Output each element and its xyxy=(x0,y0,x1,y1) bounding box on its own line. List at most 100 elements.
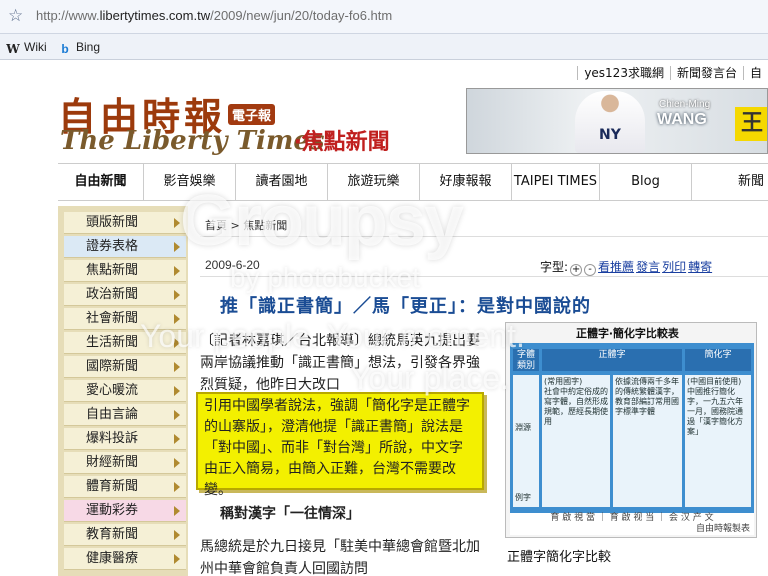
sidebar-item-label: 財經新聞 xyxy=(86,455,139,470)
sidebar-item-label: 自由言論 xyxy=(86,407,139,422)
ad-banner[interactable]: NY Chien-Ming WANG 王 xyxy=(466,88,768,154)
url-path: /2009/new/jun/20/today-fo6.htm xyxy=(210,8,393,23)
toplink-forum[interactable]: 新聞發言台 xyxy=(669,66,743,80)
bookmark-star-icon[interactable]: ☆ xyxy=(8,6,28,26)
font-increase-button[interactable]: + xyxy=(570,264,583,276)
sidebar-item-label: 證券表格 xyxy=(86,239,139,254)
figure-row-label: 淵源 xyxy=(515,423,531,432)
font-decrease-button[interactable]: - xyxy=(584,264,597,276)
sidebar-item-label: 生活新聞 xyxy=(86,335,139,350)
arrow-right-icon xyxy=(174,266,180,276)
nav-taipei-times[interactable]: TAIPEI TIMES xyxy=(512,164,600,200)
figure-cell-text: 中國推行簡化字，一九五六年一月，國務院通過「漢字簡化方案」 xyxy=(687,387,743,436)
sidebar-item-health[interactable]: 健康醫療 xyxy=(64,548,186,570)
nav-liberty-news[interactable]: 自由新聞 xyxy=(58,164,144,200)
figure-title: 正體字‧簡化字比較表 xyxy=(576,327,679,340)
font-size-label: 字型: xyxy=(540,260,569,274)
comparison-table-image[interactable]: 正體字‧簡化字比較表 字體類別 正體字 簡化字 淵源 例字 (常用國字) 社會中約定… xyxy=(505,322,757,538)
sidebar-item-front-page[interactable]: 頭版新聞 xyxy=(64,212,186,234)
nav-more[interactable]: 新聞 xyxy=(692,164,768,200)
sidebar-item-finance[interactable]: 財經新聞 xyxy=(64,452,186,474)
e-paper-badge: 電子報 xyxy=(228,104,276,125)
sidebar-item-label: 國際新聞 xyxy=(86,359,139,374)
arrow-right-icon xyxy=(174,530,180,540)
url-field[interactable]: http://www.libertytimes.com.tw/2009/new/… xyxy=(36,8,392,23)
figure-cell: (常用國字) 社會中約定俗成的寫字體，自然形成規範，歷經長期使用 xyxy=(542,375,610,507)
arrow-right-icon xyxy=(174,482,180,492)
watermark-logo: Groupsy xyxy=(180,181,464,261)
watermark-byline: by photobucket xyxy=(230,262,420,293)
arrow-right-icon xyxy=(174,386,180,396)
sidebar-item-charity[interactable]: 愛心暖流 xyxy=(64,380,186,402)
bookmark-bing[interactable]: b Bing xyxy=(58,38,100,56)
figure-cell: (中國目前使用) 中國推行簡化字，一九五六年一月，國務院通過「漢字簡化方案」 xyxy=(685,375,751,507)
banner-name-last: WANG xyxy=(657,111,707,128)
sidebar-item-label: 頭版新聞 xyxy=(86,215,139,230)
article-subheading: 稱對漢字「一往情深」 xyxy=(220,506,360,522)
figure-row-label: 例字 xyxy=(515,493,531,502)
address-bar: ☆ http://www.libertytimes.com.tw/2009/ne… xyxy=(0,0,768,34)
bookmark-bing-label: Bing xyxy=(76,40,101,54)
sidebar-item-politics[interactable]: 政治新聞 xyxy=(64,284,186,306)
arrow-right-icon xyxy=(174,506,180,516)
url-domain: libertytimes.com.tw xyxy=(99,8,211,23)
arrow-right-icon xyxy=(174,458,180,468)
sidebar-item-label: 爆料投訴 xyxy=(86,431,139,446)
sidebar-item-education[interactable]: 教育新聞 xyxy=(64,524,186,546)
figure-subheader: (常用國字) xyxy=(544,377,583,386)
site-logo-english[interactable]: The Liberty Times xyxy=(60,126,325,156)
figure-col-header: 正體字 xyxy=(542,349,682,371)
arrow-right-icon xyxy=(174,290,180,300)
recommend-link[interactable]: 看推薦 xyxy=(598,260,634,274)
sidebar-item-label: 社會新聞 xyxy=(86,311,139,326)
watermark-tagline: Your people. Your moment. xyxy=(140,318,525,354)
sidebar-item-label: 焦點新聞 xyxy=(86,263,139,278)
sidebar-item-tips[interactable]: 爆料投訴 xyxy=(64,428,186,450)
sidebar-item-label: 愛心暖流 xyxy=(86,383,139,398)
sidebar-item-label: 政治新聞 xyxy=(86,287,139,302)
figure-table: 字體類別 正體字 簡化字 淵源 例字 (常用國字) 社會中約定俗成的寫字體，自然形成… xyxy=(510,343,754,513)
sidebar-item-focus[interactable]: 焦點新聞 xyxy=(64,260,186,282)
figure-cell-text: 社會中約定俗成的寫字體，自然形成規範，歷經長期使用 xyxy=(544,387,608,426)
figure-row-labels: 淵源 例字 xyxy=(513,375,539,507)
sidebar-item-international[interactable]: 國際新聞 xyxy=(64,356,186,378)
print-link[interactable]: 列印 xyxy=(662,260,686,274)
article-headline: 推「識正書簡」／馬「更正」：是對中國說的 xyxy=(220,296,591,317)
bookmark-wiki-label: Wiki xyxy=(24,40,47,54)
nav-blog[interactable]: Blog xyxy=(600,164,692,200)
figure-examples: 育 啟 視 當 ｜ 育 啟 视 当 ｜ 会 汉 产 文 自由時報製表 xyxy=(510,513,754,535)
figure-cell: 依據流傳兩千多年的傳統繁體漢字，教育部編訂常用國字標準字體 xyxy=(613,375,682,507)
article-tools: 字型: + - 看推薦 發言 列印 轉寄 xyxy=(540,258,712,276)
sidebar-item-sports-lottery[interactable]: 運動彩券 xyxy=(64,500,186,522)
comment-link[interactable]: 發言 xyxy=(636,260,660,274)
bookmarks-bar: W Wiki b Bing xyxy=(0,34,768,60)
figure-caption: 正體字簡化字比較 xyxy=(507,550,612,565)
figure-subheader: (中國目前使用) xyxy=(687,377,742,386)
toplink-more[interactable]: 自 xyxy=(742,66,768,80)
sidebar-item-label: 運動彩券 xyxy=(86,503,139,518)
arrow-right-icon xyxy=(174,554,180,564)
figure-credit: 自由時報製表 xyxy=(695,524,750,534)
sidebar-item-securities[interactable]: 證券表格 xyxy=(64,236,186,258)
forward-link[interactable]: 轉寄 xyxy=(688,260,712,274)
top-links: yes123求職網 新聞發言台自 xyxy=(577,64,768,84)
sidebar-item-label: 體育新聞 xyxy=(86,479,139,494)
sidebar-item-sports[interactable]: 體育新聞 xyxy=(64,476,186,498)
arrow-right-icon xyxy=(174,410,180,420)
arrow-right-icon xyxy=(174,434,180,444)
toplink-yes123[interactable]: yes123求職網 xyxy=(577,66,670,80)
banner-ad-glyph: 王 xyxy=(735,107,767,141)
yankees-logo: NY xyxy=(599,127,621,143)
wikipedia-icon: W xyxy=(6,42,20,56)
baseball-player-image xyxy=(575,91,645,153)
banner-name-first: Chien-Ming xyxy=(659,99,711,110)
arrow-right-icon xyxy=(174,362,180,372)
bookmark-wiki[interactable]: W Wiki xyxy=(6,38,47,56)
section-title: ‧焦點新聞 xyxy=(294,130,390,155)
watermark-tagline-2: Your place. xyxy=(350,360,509,396)
bing-icon: b xyxy=(61,42,69,56)
highlight-callout: 引用中國學者說法，強調「簡化字是正體字的山寨版」，澄清他提「識正書簡」說法是「對… xyxy=(196,392,484,498)
sidebar-item-label: 健康醫療 xyxy=(86,551,139,566)
article-paragraph: 馬總統是於九日接見「駐美中華總會館暨北加州中華會館負責人回國訪問 xyxy=(200,539,480,576)
sidebar-item-opinion[interactable]: 自由言論 xyxy=(64,404,186,426)
